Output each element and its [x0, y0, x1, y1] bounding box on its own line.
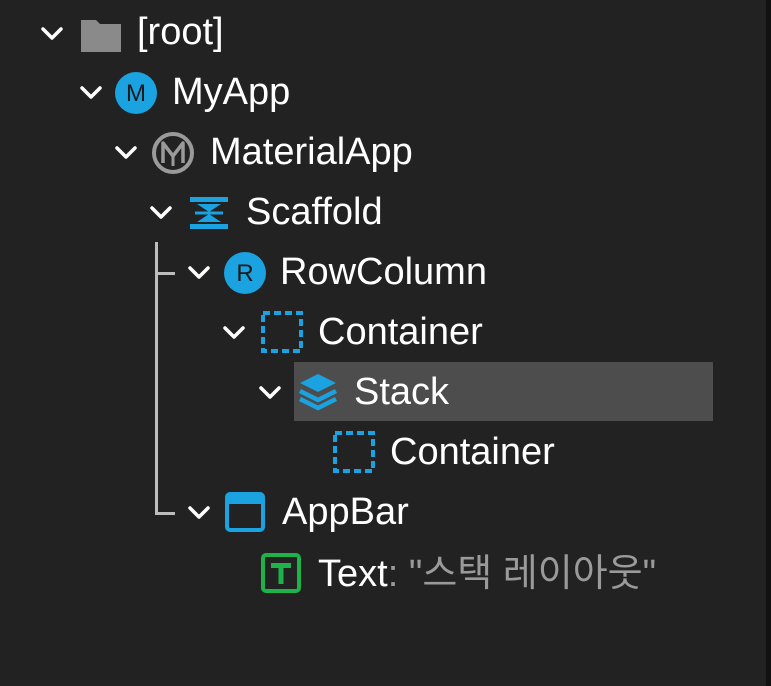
tree-node-label: AppBar: [282, 491, 409, 533]
tree-node-material-app[interactable]: MaterialApp: [0, 122, 771, 182]
chevron-down-icon[interactable]: [186, 260, 212, 286]
circle-m-icon: M: [115, 72, 157, 114]
tree-node-text-line: Text: "스택 레이아웃": [318, 551, 656, 597]
tree-node-appbar[interactable]: AppBar: [0, 482, 771, 542]
material-app-icon: [152, 132, 194, 174]
window-icon: [225, 492, 265, 532]
chevron-down-icon[interactable]: [148, 200, 174, 226]
tree-node-label: Stack: [354, 371, 450, 413]
text-value: "스택 레이아웃": [408, 553, 657, 595]
tree-node-label: RowColumn: [280, 251, 487, 293]
chevron-down-icon[interactable]: [113, 140, 139, 166]
scaffold-icon: [190, 197, 228, 229]
chevron-down-icon[interactable]: [257, 380, 283, 406]
tree-node-row-column[interactable]: R RowColumn: [0, 242, 771, 302]
text-value-separator: :: [387, 553, 409, 595]
tree-node-stack[interactable]: Stack: [0, 362, 771, 422]
svg-text:M: M: [126, 80, 146, 107]
chevron-down-icon[interactable]: [221, 320, 247, 346]
circle-r-icon: R: [224, 252, 266, 294]
tree-node-label: MyApp: [172, 71, 291, 113]
tree-node-label: Text: [318, 553, 388, 595]
tree-node-label: Scaffold: [246, 191, 383, 233]
dashed-square-icon: [333, 431, 375, 473]
tree-node-text[interactable]: Text: "스택 레이아웃": [0, 542, 771, 602]
text-t-icon: [261, 553, 301, 593]
chevron-down-icon[interactable]: [78, 80, 104, 106]
folder-icon: [81, 20, 121, 52]
tree-node-myapp[interactable]: M MyApp: [0, 62, 771, 122]
widget-tree-panel: [root] M MyApp MaterialApp Scaffold R Ro…: [0, 0, 771, 686]
tree-node-label: Container: [318, 311, 483, 353]
tree-node-container[interactable]: Container: [0, 302, 771, 362]
tree-node-root[interactable]: [root]: [0, 2, 771, 62]
tree-node-label: [root]: [137, 11, 224, 53]
layers-icon: [298, 374, 338, 411]
tree-node-label: Container: [390, 431, 555, 473]
tree-node-scaffold[interactable]: Scaffold: [0, 182, 771, 242]
tree-node-label: MaterialApp: [210, 131, 413, 173]
tree-node-container[interactable]: Container: [0, 422, 771, 482]
chevron-down-icon[interactable]: [39, 21, 65, 47]
chevron-down-icon[interactable]: [186, 500, 212, 526]
dashed-square-icon: [261, 311, 303, 353]
svg-text:R: R: [236, 260, 253, 287]
